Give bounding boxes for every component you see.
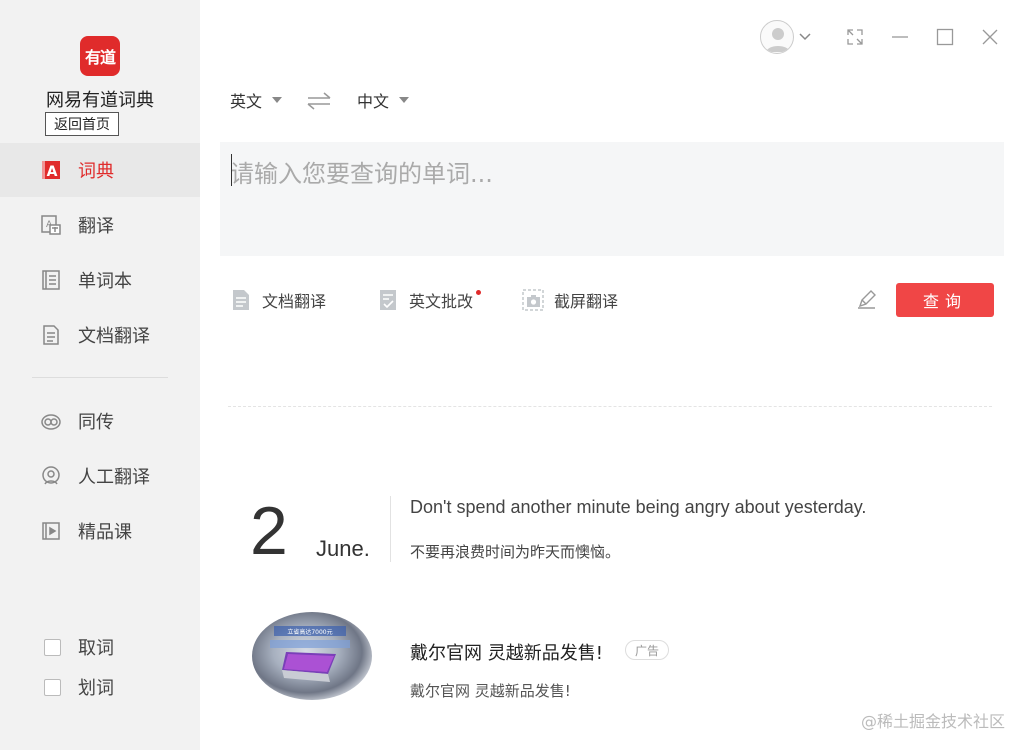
sidebar-item-label: 精品课	[78, 522, 132, 543]
tool-label: 截屏翻译	[554, 292, 619, 311]
back-home-button[interactable]: 返回首页	[45, 112, 119, 136]
sidebar-item-course[interactable]: 精品课	[0, 504, 200, 558]
new-badge-dot	[476, 290, 481, 295]
document-icon	[233, 290, 249, 310]
select-word-toggle[interactable]: 划词	[44, 674, 114, 700]
account-dropdown[interactable]	[798, 22, 812, 52]
pick-word-checkbox[interactable]	[44, 638, 61, 656]
ad-title[interactable]: 戴尔官网 灵越新品发售!	[410, 639, 603, 665]
sidebar-item-dictionary[interactable]: A 词典	[0, 143, 200, 197]
query-button[interactable]: 查询	[896, 283, 994, 317]
sidebar-item-wordbook[interactable]: 单词本	[0, 253, 200, 307]
daily-month: June.	[316, 536, 370, 561]
sidebar-item-label: 翻译	[78, 216, 114, 237]
maximize-button[interactable]	[934, 22, 956, 52]
sidebar-item-label: 词典	[78, 161, 114, 182]
tool-screenshot-translate[interactable]: 截屏翻译	[522, 288, 618, 312]
ad-image[interactable]: 立省高达7000元	[252, 612, 372, 700]
screenshot-camera-icon	[522, 289, 544, 311]
source-language-select[interactable]: 英文	[230, 88, 283, 112]
target-language-label: 中文	[357, 92, 390, 111]
course-play-icon	[40, 520, 62, 542]
pick-word-toggle[interactable]: 取词	[44, 634, 114, 660]
section-divider	[228, 406, 992, 407]
daily-quote-chinese: 不要再浪费时间为昨天而懊恼。	[410, 543, 621, 561]
pen-edit-icon	[858, 290, 876, 309]
user-avatar[interactable]	[760, 20, 794, 54]
ad-image-text: 立省高达7000元	[287, 628, 332, 636]
maximize-icon	[936, 28, 954, 46]
daily-day: 2	[250, 493, 288, 569]
pick-word-label: 取词	[78, 638, 114, 659]
sidebar-divider	[32, 377, 168, 378]
sidebar-item-simultaneous[interactable]: 同传	[0, 394, 200, 448]
sidebar: 有道 网易有道词典 返回首页 A 词典 A 翻译 单词本 文档翻译 同传 人工翻…	[0, 0, 200, 750]
daily-quote-english[interactable]: Don't spend another minute being angry a…	[410, 497, 866, 518]
ad-subtitle[interactable]: 戴尔官网 灵越新品发售!	[410, 680, 571, 701]
search-area	[220, 142, 1004, 256]
simultaneous-icon	[40, 410, 62, 432]
swap-language-button[interactable]	[306, 86, 332, 116]
target-language-select[interactable]: 中文	[357, 88, 410, 112]
dropdown-arrow-icon	[399, 97, 410, 103]
tool-document-translate[interactable]: 文档翻译	[230, 288, 326, 312]
sidebar-item-label: 同传	[78, 412, 114, 433]
sidebar-item-label: 单词本	[78, 271, 132, 292]
wordbook-icon	[40, 269, 62, 291]
app-logo-text: 有道	[84, 48, 116, 67]
minimize-icon	[892, 36, 908, 38]
close-button[interactable]	[979, 22, 1001, 52]
sidebar-item-document[interactable]: 文档翻译	[0, 308, 200, 362]
handwriting-button[interactable]	[854, 288, 878, 312]
compact-mode-button[interactable]	[844, 22, 866, 52]
sidebar-item-label: 文档翻译	[78, 326, 150, 347]
text-caret	[231, 154, 232, 186]
tool-english-correction[interactable]: 英文批改	[377, 288, 473, 312]
minimize-button[interactable]	[889, 22, 911, 52]
checklist-icon	[380, 290, 396, 310]
sidebar-item-label: 人工翻译	[78, 467, 150, 488]
laptop-image: 立省高达7000元	[270, 626, 350, 682]
tool-label: 文档翻译	[262, 292, 327, 311]
app-name: 网易有道词典	[46, 90, 154, 111]
app-logo: 有道	[80, 36, 120, 76]
source-language-label: 英文	[230, 92, 263, 111]
user-icon	[766, 28, 790, 52]
shrink-icon	[847, 29, 863, 45]
daily-divider	[390, 496, 391, 562]
svg-text:A: A	[47, 164, 58, 180]
sidebar-item-translate[interactable]: A 翻译	[0, 198, 200, 252]
chevron-down-icon	[799, 33, 811, 41]
select-word-label: 划词	[78, 678, 114, 699]
human-translate-icon	[40, 465, 62, 487]
close-icon	[982, 29, 998, 45]
select-word-checkbox[interactable]	[44, 678, 61, 696]
document-icon	[40, 324, 62, 346]
sidebar-item-human-translate[interactable]: 人工翻译	[0, 449, 200, 503]
translate-icon: A	[40, 214, 62, 236]
tool-label: 英文批改	[409, 292, 474, 311]
dropdown-arrow-icon	[272, 97, 283, 103]
search-input[interactable]	[220, 142, 1004, 256]
ad-badge: 广告	[625, 640, 670, 660]
swap-arrows-icon	[307, 92, 331, 110]
dictionary-icon: A	[40, 159, 62, 181]
watermark: @稀土掘金技术社区	[860, 712, 1005, 731]
